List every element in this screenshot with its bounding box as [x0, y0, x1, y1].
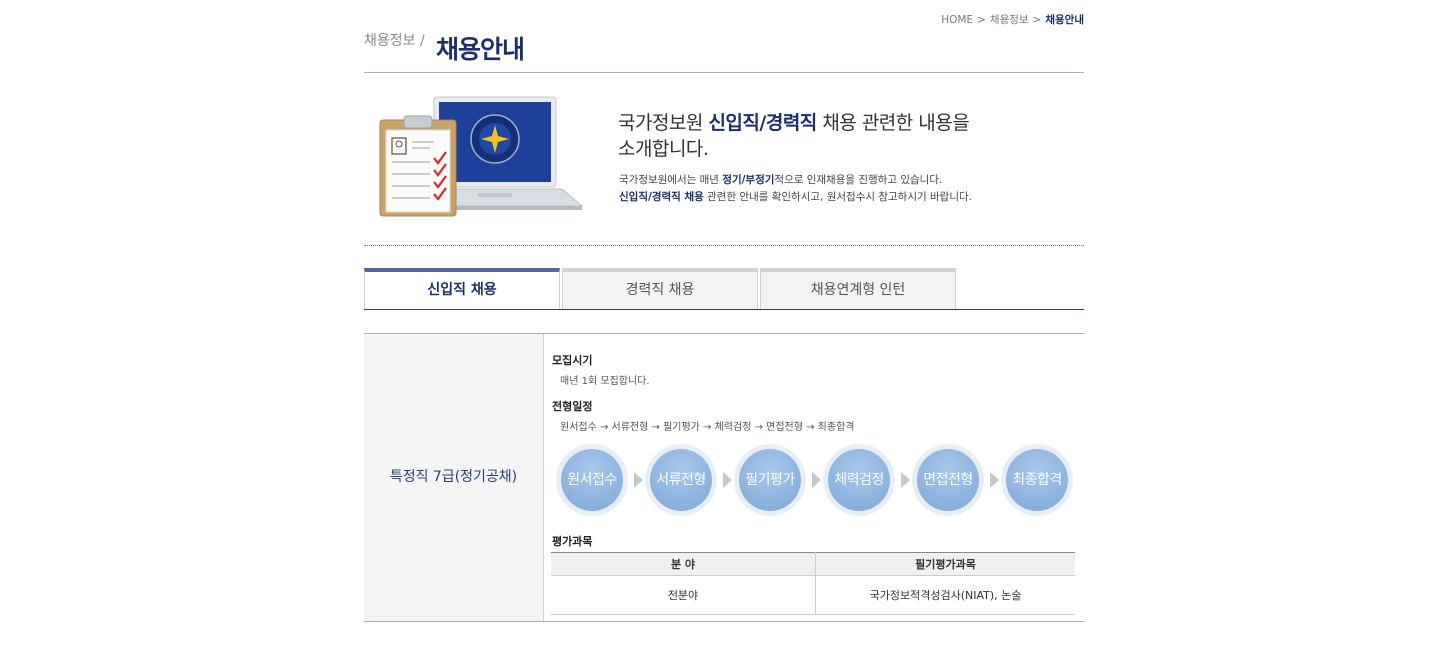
schedule-text: 원서접수 → 서류전형 → 필기평가 → 체력검정 → 면접전형 → 최종합격 [560, 422, 855, 433]
intro-heading-pre: 국가정보원 [618, 112, 709, 134]
intro-heading-line2: 소개합니다. [618, 138, 709, 160]
recruit-detail-table: 특정직 7급(정기공채) 모집시기 매년 1회 모집합니다. 전형일정 원서접수… [364, 333, 1084, 622]
arrow-right-icon [634, 472, 643, 488]
tab-intern-recruit[interactable]: 채용연계형 인턴 [760, 268, 956, 309]
intro-heading-post: 채용 관련한 내용을 [816, 112, 970, 134]
step-physical: 체력검정 [823, 444, 895, 516]
recruitment-illustration [379, 96, 584, 217]
intro-p1-pre: 국가정보원에서는 매년 [619, 174, 723, 186]
content-area: HOME>채용정보>채용안내 채용정보 / 채용안내 국가정보원 신입직 [364, 0, 1084, 649]
recruit-tabs: 신입직 채용 경력직 채용 채용연계형 인턴 [364, 268, 1084, 310]
eval-subjects-table: 분 야 필기평가과목 전분야 국가정보적격성검사(NIAT), 논술 [551, 552, 1075, 615]
step-document: 서류전형 [645, 444, 717, 516]
category-cell: 특정직 7급(정기공채) [364, 334, 544, 621]
intro-p2-strong: 신입직/경력직 채용 [619, 191, 704, 203]
step-written: 필기평가 [734, 444, 806, 516]
column-header-subject: 필기평가과목 [815, 552, 1075, 576]
arrow-right-icon [901, 472, 910, 488]
breadcrumb-home[interactable]: HOME [941, 14, 973, 26]
step-label: 원서접수 [561, 449, 623, 511]
title-divider [364, 72, 1084, 73]
intro-heading: 국가정보원 신입직/경력직 채용 관련한 내용을 소개합니다. [618, 110, 1058, 162]
column-header-field: 분 야 [551, 552, 816, 576]
breadcrumb: HOME > 채용정보 > 채용안내 [941, 12, 1084, 27]
intro-p1-post: 적으로 인재채용을 진행하고 있습니다. [774, 174, 943, 186]
page-title: 채용안내 [436, 35, 525, 64]
table-header-row: 분 야 필기평가과목 [551, 552, 1075, 576]
step-label: 필기평가 [739, 449, 801, 511]
cell-subject: 국가정보적격성검사(NIAT), 논술 [815, 575, 1075, 615]
tab-experienced-recruit[interactable]: 경력직 채용 [562, 268, 758, 309]
step-label: 체력검정 [828, 449, 890, 511]
arrow-right-icon [723, 472, 732, 488]
arrow-right-icon [812, 472, 821, 488]
cell-field: 전분야 [551, 575, 816, 615]
step-label: 면접전형 [917, 449, 979, 511]
schedule-title: 전형일정 [552, 400, 593, 413]
page-section-title: 채용정보 / [364, 33, 425, 49]
recruit-period-title: 모집시기 [552, 354, 593, 367]
table-row: 전분야 국가정보적격성검사(NIAT), 논술 [551, 575, 1075, 615]
breadcrumb-separator: > [977, 14, 986, 26]
step-label: 최종합격 [1006, 449, 1068, 511]
intro-description: 국가정보원에서는 매년 정기/부정기적으로 인재채용을 진행하고 있습니다. 신… [619, 172, 1059, 206]
eval-subjects-title: 평가과목 [552, 535, 593, 548]
intro-heading-strong: 신입직/경력직 [708, 112, 817, 134]
intro-p2-post: 관련한 안내를 확인하시고, 원서접수시 참고하시기 바랍니다. [703, 191, 972, 203]
intro-divider [364, 245, 1084, 246]
step-label: 서류전형 [650, 449, 712, 511]
intro-p1-strong: 정기/부정기 [722, 174, 775, 186]
tab-new-recruit[interactable]: 신입직 채용 [364, 268, 560, 310]
breadcrumb-level1[interactable]: 채용정보 [990, 14, 1029, 26]
tabs-underline [364, 309, 1084, 310]
breadcrumb-current: 채용안내 [1045, 14, 1084, 26]
step-application: 원서접수 [556, 444, 628, 516]
step-interview: 면접전형 [912, 444, 984, 516]
step-final: 최종합격 [1001, 444, 1073, 516]
recruit-period-text: 매년 1회 모집합니다. [560, 376, 650, 387]
category-label: 특정직 7급(정기공채) [389, 469, 518, 485]
arrow-right-icon [990, 472, 999, 488]
schedule-steps: 원서접수 서류전형 필기평가 체력검정 면접전형 최종합격 [556, 444, 1076, 516]
breadcrumb-separator: > [1032, 14, 1042, 26]
